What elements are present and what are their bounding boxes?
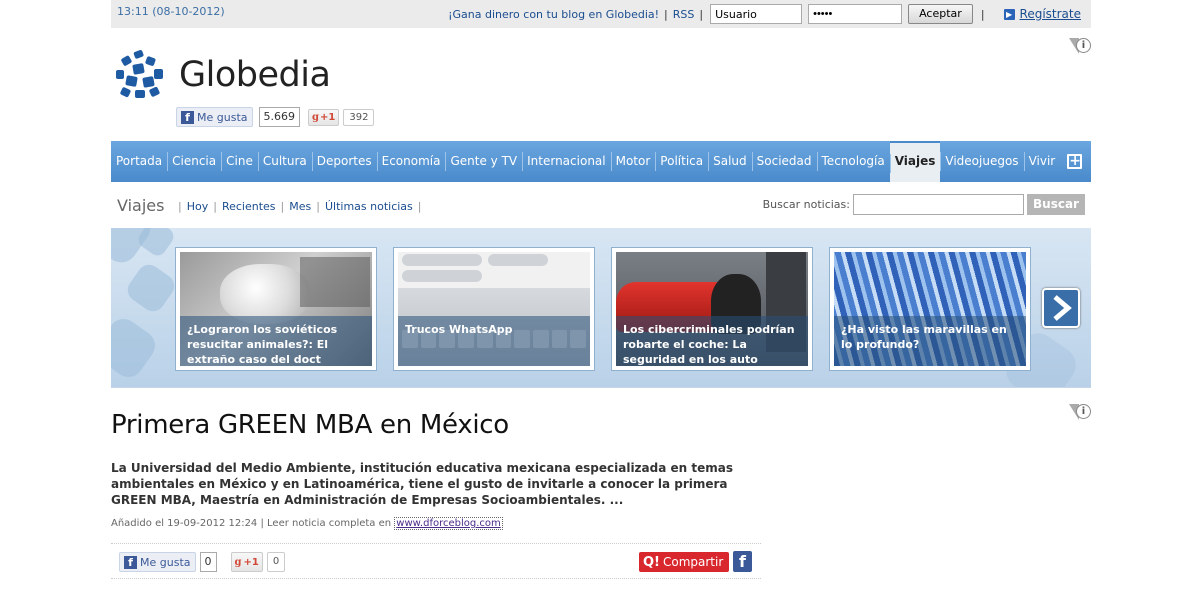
article-source-link[interactable]: www.dforceblog.com	[394, 517, 503, 530]
slide-caption: Los cibercriminales podrían robarte el c…	[616, 316, 808, 366]
nav-item-ciencia[interactable]: Ciencia	[167, 141, 221, 182]
nav-item-cultura[interactable]: Cultura	[257, 141, 312, 182]
section-link-recientes[interactable]: Recientes	[222, 200, 276, 213]
share-icon: Q!	[643, 554, 660, 570]
facebook-icon: f	[124, 555, 137, 569]
nav-item-gente-tv[interactable]: Gente y TV	[445, 141, 522, 182]
plus-icon[interactable]: +	[1067, 154, 1083, 169]
info-icon[interactable]: i	[1069, 404, 1091, 420]
section-link-ultimas[interactable]: Últimas noticias	[325, 200, 413, 213]
nav-item-motor[interactable]: Motor	[610, 141, 656, 182]
nav-item-videojuegos[interactable]: Videojuegos	[940, 141, 1023, 182]
facebook-share-icon[interactable]: f	[733, 551, 752, 572]
nav-item-economia[interactable]: Economía	[376, 141, 446, 182]
fb-like-count: 0	[199, 552, 217, 572]
login-area: ¡Gana dinero con tu blog en Globedia! | …	[448, 3, 1081, 25]
nav-item-vivir[interactable]: Vivir	[1023, 141, 1061, 182]
username-field[interactable]	[710, 4, 803, 24]
gplus-label: +1	[320, 111, 336, 123]
next-slide-button[interactable]	[1042, 288, 1080, 328]
social-bar: f Me gusta 5.669 g +1 392	[176, 107, 375, 127]
nav-item-salud[interactable]: Salud	[708, 141, 752, 182]
nav-item-portada[interactable]: Portada	[111, 141, 167, 182]
nav-item-sociedad[interactable]: Sociedad	[751, 141, 817, 182]
search-input[interactable]	[853, 194, 1024, 215]
globe-logo-icon	[114, 49, 166, 101]
site-logo[interactable]: Globedia	[113, 48, 331, 102]
nav-item-internacional[interactable]: Internacional	[522, 141, 610, 182]
nav-item-viajes[interactable]: Viajes	[889, 141, 941, 182]
facebook-like-button[interactable]: f Me gusta	[176, 107, 253, 127]
featured-carousel: ¿Lograron los soviéticos resucitar anima…	[111, 228, 1091, 388]
gplus-count: 0	[266, 552, 286, 572]
nav-item-deportes[interactable]: Deportes	[311, 141, 377, 182]
fb-like-label: Me gusta	[197, 110, 248, 124]
article-summary: La Universidad del Medio Ambiente, insti…	[111, 461, 733, 507]
arrow-right-icon: ▶	[1003, 8, 1015, 20]
facebook-like-button[interactable]: f Me gusta	[119, 552, 196, 572]
fb-like-label: Me gusta	[140, 555, 191, 569]
separator: |	[980, 7, 985, 21]
gplus-button[interactable]: g +1	[308, 108, 340, 126]
password-field[interactable]	[808, 4, 903, 24]
separator: |	[664, 7, 668, 21]
nav-item-cine[interactable]: Cine	[221, 141, 258, 182]
carousel-slide[interactable]: ¿Lograron los soviéticos resucitar anima…	[175, 247, 377, 371]
nav-item-politica[interactable]: Política	[655, 141, 708, 182]
search-label: Buscar noticias:	[762, 198, 850, 211]
slide-caption: Trucos WhatsApp	[398, 316, 590, 366]
carousel-slide[interactable]: Los cibercriminales podrían robarte el c…	[611, 247, 813, 371]
gplus-label: +1	[243, 556, 259, 568]
section-link-mes[interactable]: Mes	[289, 200, 311, 213]
promo-link[interactable]: ¡Gana dinero con tu blog en Globedia!	[448, 8, 659, 21]
section-bar: Viajes | Hoy | Recientes | Mes | Últimas…	[111, 188, 1091, 222]
timestamp: 13:11 (08-10-2012)	[117, 5, 225, 18]
section-links: | Hoy | Recientes | Mes | Últimas notici…	[178, 200, 422, 213]
gplus-count: 392	[343, 108, 375, 126]
rss-link[interactable]: RSS	[673, 8, 695, 21]
nav-item-tecnologia[interactable]: Tecnología	[816, 141, 890, 182]
info-icon[interactable]: i	[1069, 38, 1091, 54]
article-meta: Añadido el 19-09-2012 12:24 | Leer notic…	[111, 517, 503, 530]
section-link-hoy[interactable]: Hoy	[187, 200, 209, 213]
carousel-slide[interactable]: Trucos WhatsApp	[393, 247, 595, 371]
section-title: Viajes	[117, 196, 165, 215]
share-button[interactable]: Q! Compartir	[639, 552, 730, 572]
fb-like-count: 5.669	[258, 107, 300, 127]
register-link[interactable]: Regístrate	[1020, 7, 1081, 21]
article-title[interactable]: Primera GREEN MBA en México	[111, 410, 509, 440]
top-bar: 13:11 (08-10-2012) ¡Gana dinero con tu b…	[111, 0, 1091, 28]
search-button[interactable]: Buscar	[1027, 194, 1085, 215]
carousel-slide[interactable]: ¿Ha visto las maravillas en lo profundo?	[829, 247, 1031, 371]
share-label: Compartir	[662, 555, 724, 569]
gplus-icon: g	[312, 111, 319, 123]
slide-caption: ¿Lograron los soviéticos resucitar anima…	[180, 316, 372, 366]
slide-caption: ¿Ha visto las maravillas en lo profundo?	[834, 316, 1026, 366]
article-meta-text: Añadido el 19-09-2012 12:24 | Leer notic…	[111, 518, 392, 529]
login-button[interactable]: Aceptar	[908, 4, 973, 24]
separator: |	[699, 7, 704, 21]
gplus-button[interactable]: g +1	[230, 552, 263, 572]
gplus-icon: g	[234, 556, 242, 568]
news-search: Buscar noticias: Buscar	[763, 194, 1085, 215]
logo-text: Globedia	[179, 55, 331, 95]
main-nav: Portada Ciencia Cine Cultura Deportes Ec…	[111, 141, 1091, 182]
chevron-right-icon	[1053, 295, 1072, 321]
article-share-bar: f Me gusta 0 g +1 0 Q! Compartir f	[111, 543, 761, 579]
facebook-icon: f	[181, 110, 194, 124]
